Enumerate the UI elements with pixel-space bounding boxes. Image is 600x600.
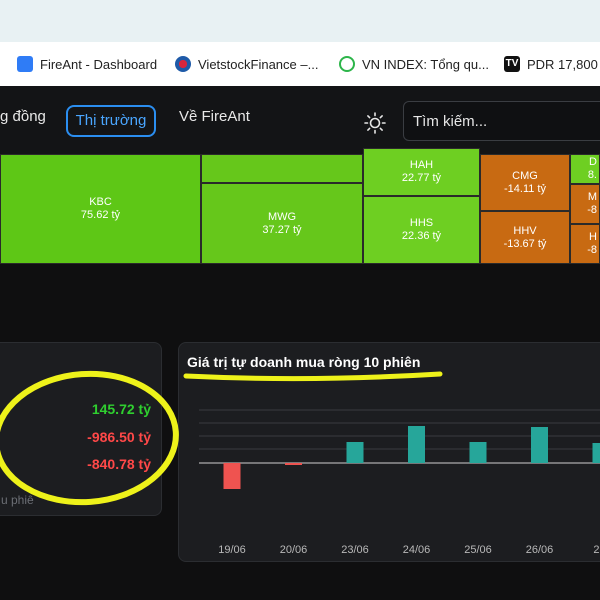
x-tick-label: 19/06 — [218, 544, 246, 556]
x-tick-label: 27/ — [593, 544, 600, 556]
tile-value: 8. — [587, 169, 597, 181]
summary-value: -986.50 tỷ — [87, 429, 151, 445]
bookmark-label: VN INDEX: Tổng qu... — [362, 56, 489, 72]
x-tick-label: 25/06 — [464, 544, 492, 556]
tile-value: 75.62 tỷ — [80, 209, 121, 221]
bookmark-pdr[interactable]: TV PDR 17,800 — [504, 54, 598, 74]
tradingview-icon: TV — [504, 56, 520, 72]
bar-25/06[interactable] — [469, 442, 487, 463]
treemap: KBC 75.62 tỷ MWG 37.27 tỷ HAH 22.77 tỷ H… — [0, 148, 600, 264]
tile-symbol: KBC — [89, 196, 112, 208]
bar-chart: 19/06 20/06 23/06 24/06 25/06 26/06 27/ — [199, 409, 600, 556]
summary-value: 145.72 tỷ — [91, 401, 151, 417]
bar-19/06[interactable] — [223, 463, 241, 489]
tile-value: -8 — [587, 244, 597, 256]
treemap-tile[interactable]: KBC 75.62 tỷ — [0, 154, 201, 264]
treemap-tile[interactable]: HAH 22.77 tỷ — [363, 148, 480, 196]
bookmark-fireant[interactable]: FireAnt - Dashboard — [17, 54, 157, 74]
summary-value: -840.78 tỷ — [87, 456, 151, 472]
summary-footer: u phiê — [1, 493, 34, 507]
tile-value: -13.67 tỷ — [503, 237, 547, 250]
nav-item-hop-dong[interactable]: g đồng — [0, 108, 46, 125]
nav-item-ve-fireant[interactable]: Về FireAnt — [179, 108, 250, 125]
x-tick-label: 23/06 — [341, 544, 369, 556]
treemap-tile[interactable]: CMG -14.11 tỷ — [480, 154, 570, 211]
tile-symbol: HHS — [409, 217, 434, 229]
treemap-tile-blank[interactable] — [201, 154, 363, 183]
bookmark-vietstock[interactable]: VietstockFinance –... — [175, 54, 318, 74]
search-placeholder: Tìm kiếm... — [413, 113, 488, 130]
treemap-tile[interactable]: D 8. — [570, 154, 600, 184]
theme-toggle-sun-icon[interactable] — [364, 112, 386, 134]
treemap-tile[interactable]: H -8 — [570, 224, 600, 264]
app-header: g đồng Thị trường Về FireAnt Tìm kiếm... — [0, 86, 600, 154]
tile-symbol: M — [587, 191, 597, 203]
tile-symbol: MWG — [267, 210, 297, 223]
treemap-tile[interactable]: M -8 — [570, 184, 600, 224]
vietstock-icon — [175, 56, 191, 72]
bar-24/06[interactable] — [408, 426, 425, 463]
treemap-tile[interactable]: HHS 22.36 tỷ — [363, 196, 480, 264]
tile-value: -14.11 tỷ — [504, 182, 546, 195]
bookmark-vnindex[interactable]: VN INDEX: Tổng qu... — [339, 54, 489, 74]
tile-value: 22.36 tỷ — [401, 230, 442, 242]
bar-26/06[interactable] — [531, 427, 548, 463]
search-input[interactable]: Tìm kiếm... — [403, 101, 600, 141]
tile-symbol: HHV — [513, 224, 537, 237]
x-tick-label: 24/06 — [403, 544, 431, 556]
tile-symbol: CMG — [512, 169, 538, 182]
tile-value: 22.77 tỷ — [401, 172, 442, 184]
browser-tab-strip — [0, 0, 600, 42]
treemap-tile[interactable]: MWG 37.27 tỷ — [201, 183, 363, 264]
bookmarks-bar: FireAnt - Dashboard VietstockFinance –..… — [0, 42, 600, 87]
bookmark-label: VietstockFinance –... — [198, 56, 319, 72]
tile-symbol: HAH — [409, 159, 434, 171]
bar-23/06[interactable] — [346, 442, 364, 463]
tile-symbol: D — [589, 156, 597, 168]
bar-27/[interactable] — [592, 443, 600, 463]
tile-value: -8 — [587, 204, 597, 216]
fireant-icon — [17, 56, 33, 72]
vnindex-icon — [339, 56, 355, 72]
nav-item-thi-truong[interactable]: Thị trường — [66, 105, 156, 137]
bar-20/06[interactable] — [285, 463, 302, 465]
x-tick-label: 26/06 — [526, 544, 554, 556]
tile-symbol: H — [589, 231, 597, 243]
bookmark-label: FireAnt - Dashboard — [40, 56, 158, 72]
bookmark-label: PDR 17,800 — [527, 56, 598, 72]
tile-value: 37.27 tỷ — [262, 223, 302, 236]
summary-card: 145.72 tỷ -986.50 tỷ -840.78 tỷ u phiê — [0, 342, 162, 516]
x-tick-label: 20/06 — [280, 544, 308, 556]
treemap-tile[interactable]: HHV -13.67 tỷ — [480, 211, 570, 264]
proprietary-net-buy-chart-card: Giá trị tự doanh mua ròng 10 phiên 19/06… — [178, 342, 600, 562]
